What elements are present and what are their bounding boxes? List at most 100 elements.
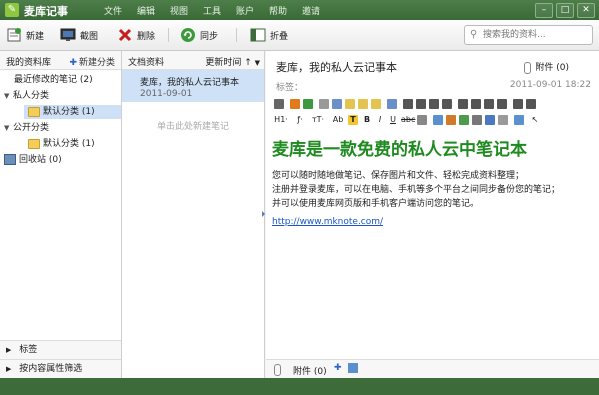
align-right-icon[interactable] [429,99,439,109]
new-note-hint[interactable]: 单击此处新建笔记 [122,119,264,132]
folder-icon [28,106,40,117]
tree-public-default[interactable]: 默认分类 (1) [24,137,121,151]
tree-public-group[interactable]: ▼ 公开分类 [0,121,121,135]
horizontal-rule-icon[interactable] [472,115,482,125]
underline-icon[interactable]: U [388,115,398,125]
window-controls: – □ ✕ [535,3,595,18]
justify-icon[interactable] [442,99,452,109]
note-line-3: 并可以使用麦库网页版和手机客户端访问您的笔记。 [272,199,480,209]
attachment-bar: 附件 (0) ✚ [266,359,599,378]
link-icon[interactable] [485,115,495,125]
chevron-down-icon: ▼ [254,59,260,67]
website-link[interactable]: http://www.mknote.com/ [272,217,594,227]
attachment-indicator[interactable]: 附件 (0) [524,60,569,74]
title-bar: ✎ 麦库记事 文件 编辑 视图 工具 账户 帮助 邀请 – □ ✕ [0,0,599,20]
sort-control[interactable]: 更新时间 ↑ ▼ [205,55,260,68]
folder-icon [28,138,40,149]
superscript-icon[interactable] [526,99,536,109]
source-icon[interactable] [274,99,284,109]
insert-image-icon[interactable] [433,115,443,125]
heading-select[interactable]: H1· [272,115,290,125]
tags-section[interactable]: ▶ 标签 [0,340,121,359]
menu-file[interactable]: 文件 [104,4,137,17]
search-input[interactable] [483,28,587,41]
note-list-item[interactable]: 麦库，我的私人云记事本 2011-09-01 [122,70,264,102]
unlink-icon[interactable] [498,115,508,125]
bullet-list-icon[interactable] [471,99,481,109]
filter-section[interactable]: ▶ 按内容属性筛选 [0,359,121,378]
undo-icon[interactable] [290,99,300,109]
menu-invite[interactable]: 邀请 [302,4,335,17]
editor-pane: 麦库，我的私人云记事本 附件 (0) 标签： 2011-09-01 18:22 [266,51,599,378]
align-left-icon[interactable] [403,99,413,109]
cursor-icon[interactable]: ↖ [530,115,540,125]
align-center-icon[interactable] [416,99,426,109]
insert-code-icon[interactable] [514,115,524,125]
notelist-header: 文档资料 更新时间 ↑ ▼ [122,51,264,70]
bold-icon[interactable]: B [362,115,372,125]
cut-icon[interactable] [319,99,329,109]
maximize-button[interactable]: □ [556,3,574,18]
search-box[interactable]: ⚲ [464,25,593,45]
redo-icon[interactable] [303,99,313,109]
note-title-field[interactable]: 麦库，我的私人云记事本 [276,59,397,75]
expand-down-icon[interactable]: ▼ [4,89,13,103]
outdent-icon[interactable] [484,99,494,109]
insert-row-icon[interactable] [459,115,469,125]
copy-icon[interactable] [332,99,342,109]
trash-icon [4,154,16,165]
text-color-button[interactable]: Ab [332,115,344,125]
note-body[interactable]: 麦库是一款免费的私人云中笔记本 您可以随时随地做笔记、保存图片和文件、轻松完成资… [272,135,594,227]
expand-down-icon[interactable]: ▼ [4,121,13,135]
collapse-panel-icon [250,27,266,43]
tree-private-group[interactable]: ▼ 私人分类 [0,89,121,103]
app-title: 麦库记事 [24,5,68,18]
tree-private-default[interactable]: 默认分类 (1) [24,105,121,119]
attachment-image-icon[interactable] [348,363,358,373]
numbered-list-icon[interactable] [458,99,468,109]
app-window: ✎ 麦库记事 文件 编辑 视图 工具 账户 帮助 邀请 – □ ✕ 新建 截图 … [0,0,599,395]
tree-trash[interactable]: 回收站 (0) [0,153,121,167]
menu-account[interactable]: 账户 [236,4,269,17]
delete-x-icon [117,27,133,43]
close-button[interactable]: ✕ [577,3,595,18]
menu-view[interactable]: 视图 [170,4,203,17]
italic-icon[interactable]: I [375,115,385,125]
insert-table-icon[interactable] [446,115,456,125]
font-size-select[interactable]: тT· [310,115,326,125]
menu-help[interactable]: 帮助 [269,4,302,17]
tree-recent-notes[interactable]: 最近修改的笔记 (2) [0,73,121,87]
highlight-icon[interactable]: T [348,115,358,125]
menu-edit[interactable]: 编辑 [137,4,170,17]
subscript-icon[interactable] [513,99,523,109]
indent-icon[interactable] [497,99,507,109]
screenshot-button[interactable]: 截图 [60,26,98,44]
library-header: 我的资料库 ✚ 新建分类 [0,51,121,70]
status-bar [0,378,599,395]
tag-row[interactable]: 标签： [276,80,303,93]
font-family-select[interactable]: ƒ· [292,115,308,125]
note-heading: 麦库是一款免费的私人云中笔记本 [272,140,527,160]
collapse-button[interactable]: 折叠 [250,26,288,44]
attachment-count[interactable]: 附件 (0) [293,364,327,377]
paste-text-icon[interactable] [358,99,368,109]
menu-tools[interactable]: 工具 [203,4,236,17]
minimize-button[interactable]: – [535,3,553,18]
new-category-button[interactable]: ✚ 新建分类 [69,55,115,68]
clear-format-icon[interactable] [417,115,427,125]
toolbar-divider [236,28,237,42]
note-item-date: 2011-09-01 [140,89,193,99]
select-all-icon[interactable] [387,99,397,109]
add-attachment-icon[interactable]: ✚ [334,363,342,373]
paste-icon[interactable] [345,99,355,109]
delete-button[interactable]: 删除 [117,26,155,44]
expand-right-icon: ▶ [6,365,12,373]
expand-right-icon: ▶ [6,346,12,354]
sync-button[interactable]: 同步 [180,26,218,44]
notelist-title: 文档资料 [128,58,165,68]
new-button[interactable]: 新建 [6,26,44,44]
plus-icon: ✚ [69,58,77,68]
search-icon: ⚲ [470,29,478,40]
strikethrough-icon[interactable]: abc [401,115,415,125]
paste-word-icon[interactable] [371,99,381,109]
